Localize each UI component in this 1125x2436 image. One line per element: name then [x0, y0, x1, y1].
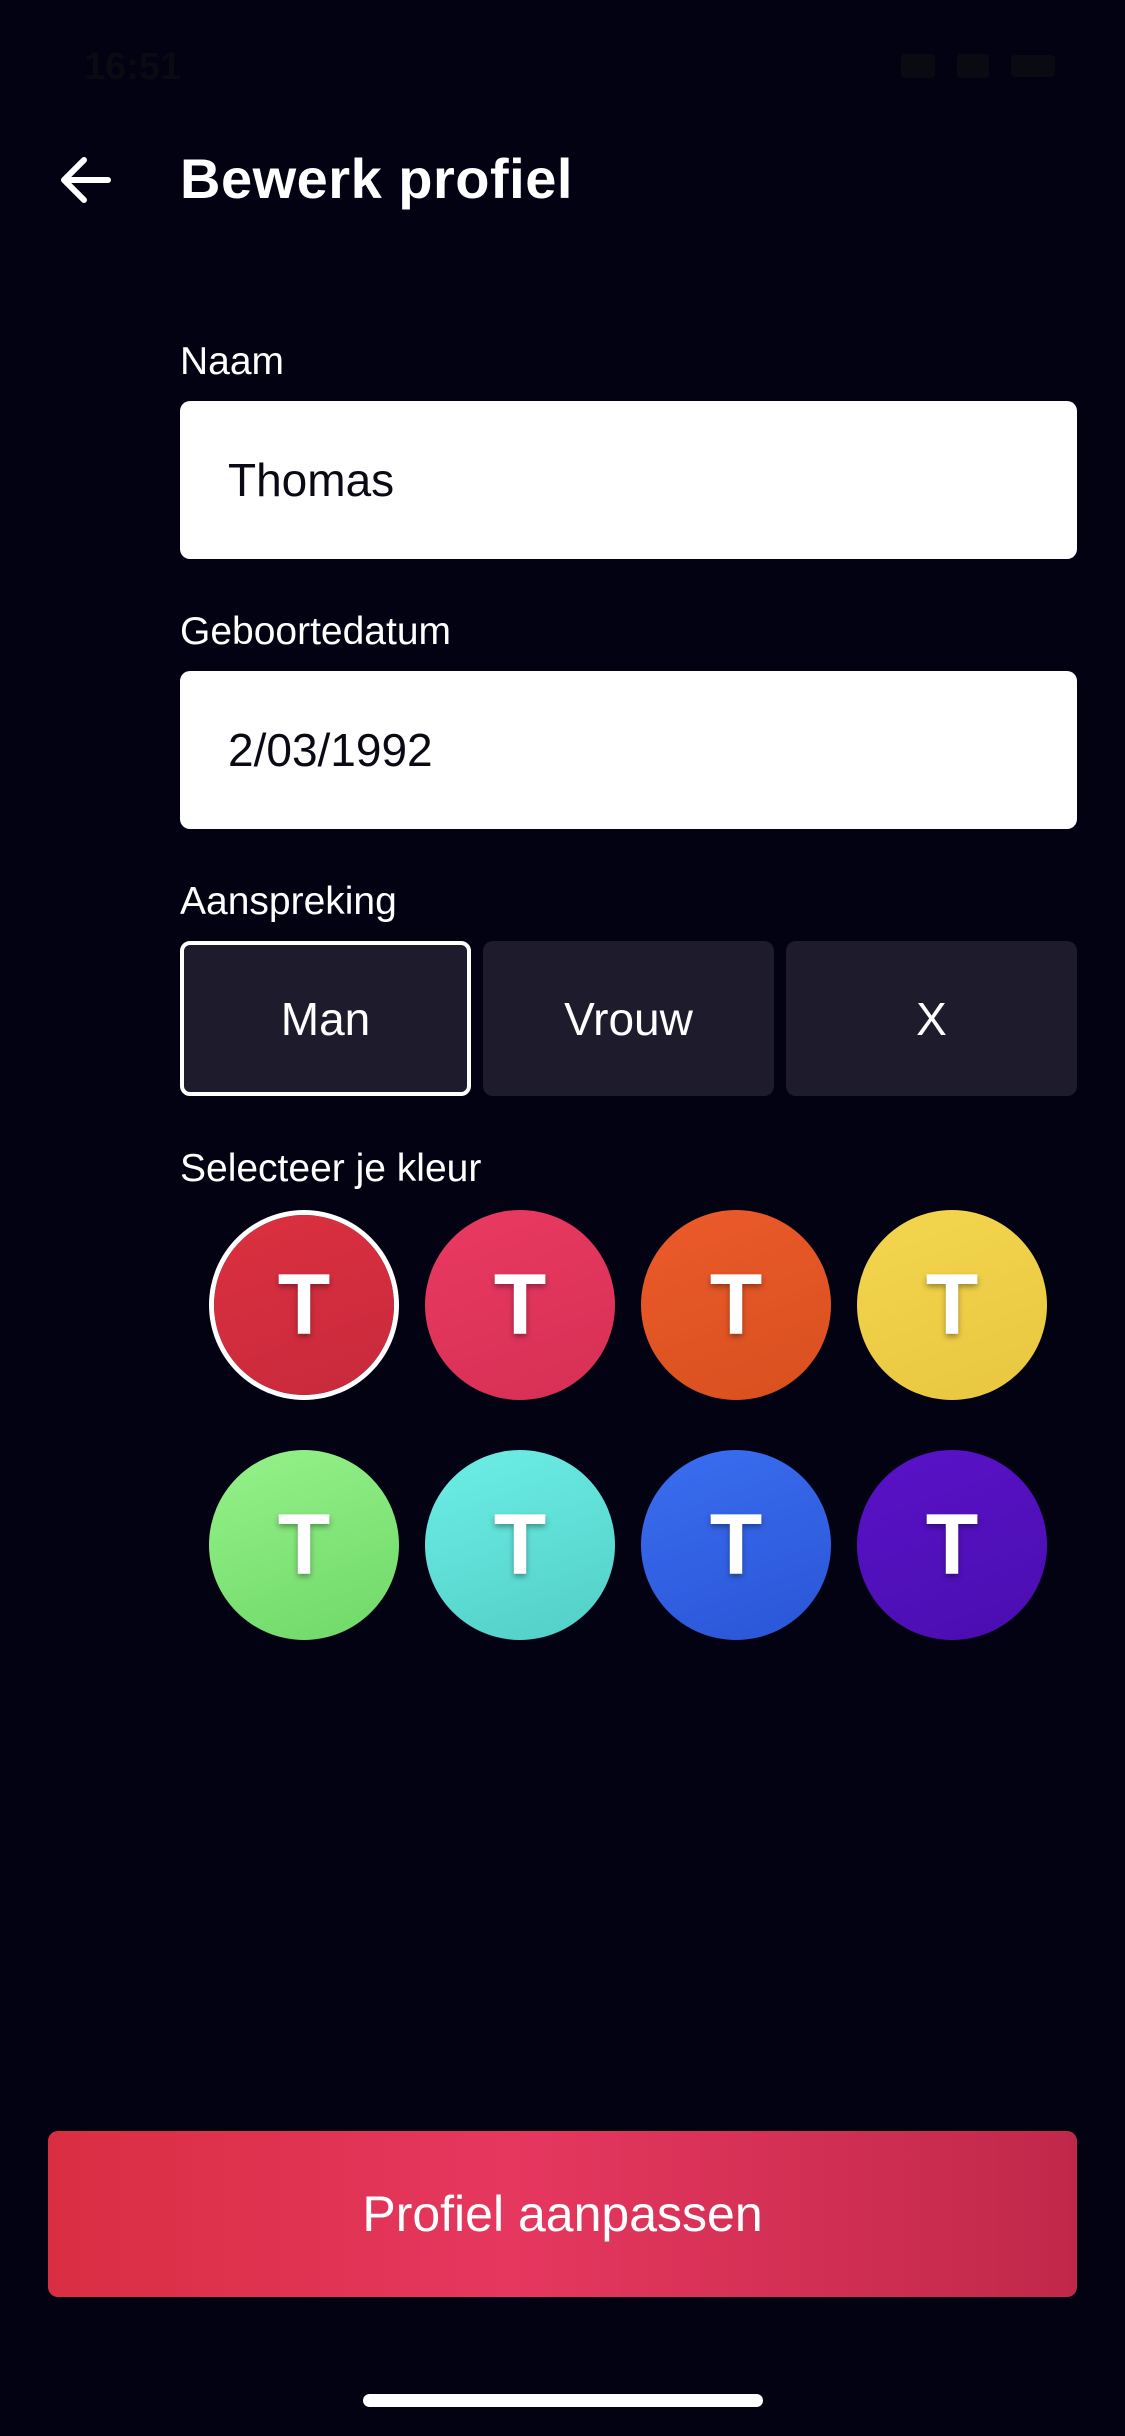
status-icons — [901, 54, 1055, 78]
color-swatch-4[interactable]: T — [857, 1210, 1047, 1400]
color-swatch-8[interactable]: T — [857, 1450, 1047, 1640]
home-indicator — [363, 2394, 763, 2407]
salutation-option-x[interactable]: X — [786, 941, 1077, 1096]
color-label: Selecteer je kleur — [180, 1147, 482, 1190]
color-swatch-7[interactable]: T — [641, 1450, 831, 1640]
battery-icon — [1011, 55, 1055, 77]
status-time: 16:51 — [84, 46, 182, 88]
page-title: Bewerk profiel — [180, 147, 573, 210]
update-profile-button[interactable]: Profiel aanpassen — [48, 2131, 1077, 2297]
back-button[interactable] — [50, 140, 120, 220]
birthdate-field[interactable]: 2/03/1992 — [180, 671, 1077, 829]
name-label: Naam — [180, 340, 285, 383]
birthdate-label: Geboortedatum — [180, 610, 452, 653]
color-swatch-6[interactable]: T — [425, 1450, 615, 1640]
status-bar: 16:51 — [0, 0, 1125, 135]
color-swatch-3[interactable]: T — [641, 1210, 831, 1400]
signal-icon — [901, 54, 935, 78]
color-swatch-5[interactable]: T — [209, 1450, 399, 1640]
arrow-left-icon — [61, 157, 111, 203]
wifi-icon — [957, 54, 989, 78]
color-swatch-1[interactable]: T — [214, 1215, 394, 1395]
name-field[interactable]: Thomas — [180, 401, 1077, 559]
salutation-option-man[interactable]: Man — [180, 941, 471, 1096]
salutation-label: Aanspreking — [180, 880, 397, 923]
salutation-option-vrouw[interactable]: Vrouw — [483, 941, 774, 1096]
color-swatch-2[interactable]: T — [425, 1210, 615, 1400]
salutation-selector: Man Vrouw X — [180, 941, 1077, 1096]
